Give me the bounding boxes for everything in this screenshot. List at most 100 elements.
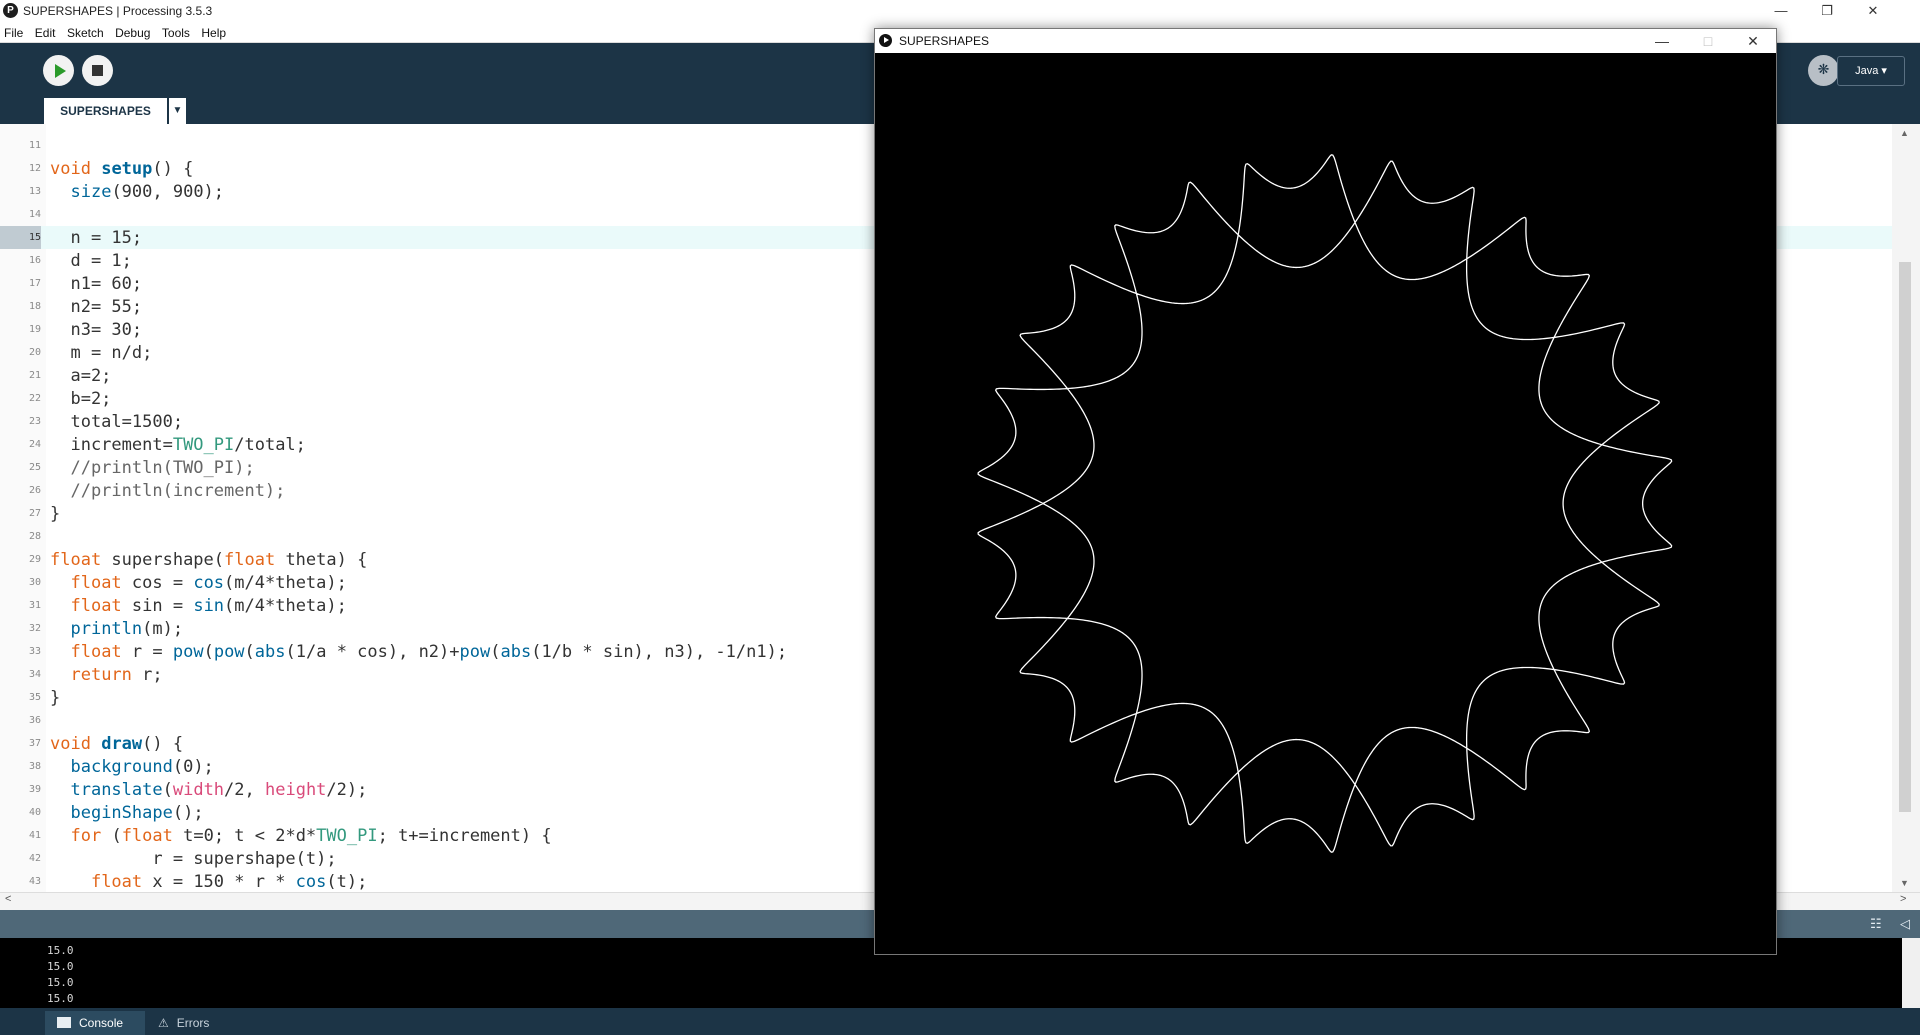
scroll-right-icon[interactable]: > <box>1900 893 1906 905</box>
line-number: 38 <box>28 761 41 772</box>
line-number: 26 <box>28 485 41 496</box>
tab-errors[interactable]: ⚠ Errors <box>146 1011 232 1035</box>
restore-icon[interactable]: ❐ <box>1804 0 1850 22</box>
tab-errors-label: Errors <box>176 1016 210 1030</box>
code-text: float r = pow(pow(abs(1/a * cos), n2)+po… <box>70 642 788 662</box>
title-bar: P SUPERSHAPES | Processing 3.5.3 — ❐ ✕ <box>0 0 1920 22</box>
code-text: increment=TWO_PI/total; <box>50 435 306 455</box>
sketch-canvas <box>875 53 1776 954</box>
menu-sketch[interactable]: Sketch <box>63 22 107 40</box>
scroll-up-icon[interactable]: ▲ <box>1900 128 1909 138</box>
line-number: 24 <box>28 439 41 450</box>
line-number: 23 <box>28 416 41 427</box>
menu-debug[interactable]: Debug <box>111 22 153 40</box>
menu-help[interactable]: Help <box>197 22 229 40</box>
copy-console-icon[interactable]: ☷ <box>1870 916 1882 932</box>
warning-icon: ⚠ <box>158 1016 169 1030</box>
line-number: 31 <box>28 600 41 611</box>
line-number: 29 <box>28 554 41 565</box>
collapse-console-icon[interactable]: ◁ <box>1900 916 1910 932</box>
code-text: b=2; <box>50 389 112 409</box>
line-number: 43 <box>28 876 41 887</box>
line-number: 21 <box>28 370 41 381</box>
line-number: 25 <box>28 462 41 473</box>
code-text: } <box>50 504 61 524</box>
processing-logo-icon: P <box>3 3 18 18</box>
line-number: 19 <box>28 324 41 335</box>
code-text: background(0); <box>70 757 214 777</box>
code-text: for (float t=0; t < 2*d*TWO_PI; t+=incre… <box>70 826 552 846</box>
code-text: void setup() { <box>50 159 194 179</box>
scrollbar-thumb[interactable] <box>1899 262 1911 812</box>
debugger-button[interactable]: ❋ <box>1808 55 1839 86</box>
sketch-title-bar[interactable]: SUPERSHAPES — □ ✕ <box>875 29 1776 53</box>
tab-console[interactable]: Console <box>45 1011 145 1035</box>
line-number: 32 <box>28 623 41 634</box>
debugger-icon: ❋ <box>1817 61 1830 77</box>
line-number: 36 <box>28 715 41 726</box>
line-number: 16 <box>28 255 41 266</box>
sketch-close-icon[interactable]: ✕ <box>1730 29 1776 53</box>
tab-label: SUPERSHAPES <box>60 104 151 118</box>
line-number: 27 <box>28 508 41 519</box>
code-text: beginShape(); <box>70 803 204 823</box>
line-number: 30 <box>28 577 41 588</box>
code-text: n = 15; <box>50 228 143 248</box>
code-text: n1= 60; <box>50 274 143 294</box>
code-text: float supershape(float theta) { <box>50 550 368 570</box>
code-text: return r; <box>70 665 163 685</box>
line-number: 41 <box>28 830 41 841</box>
line-number: 18 <box>28 301 41 312</box>
menu-edit[interactable]: Edit <box>31 22 59 40</box>
window-title: SUPERSHAPES | Processing 3.5.3 <box>23 4 213 18</box>
code-text: d = 1; <box>50 251 132 271</box>
line-number: 14 <box>28 209 41 220</box>
mode-select[interactable]: Java ▾ <box>1837 56 1905 86</box>
console-line: 15.0 <box>47 976 74 989</box>
line-number: 35 <box>28 692 41 703</box>
menu-file[interactable]: File <box>0 22 26 40</box>
code-text: n2= 55; <box>50 297 143 317</box>
console-line: 15.0 <box>47 960 74 973</box>
editor-vertical-scrollbar[interactable]: ▲ ▼ <box>1892 124 1920 892</box>
stop-button[interactable] <box>82 55 113 86</box>
code-text: println(m); <box>70 619 184 639</box>
line-number: 42 <box>28 853 41 864</box>
code-text: n3= 30; <box>50 320 143 340</box>
line-number: 33 <box>28 646 41 657</box>
sketch-window[interactable]: SUPERSHAPES — □ ✕ <box>874 28 1777 955</box>
sketch-title: SUPERSHAPES <box>899 34 990 48</box>
minimize-icon[interactable]: — <box>1758 0 1804 22</box>
sketch-minimize-icon[interactable]: — <box>1639 29 1685 53</box>
code-comment: //println(increment); <box>50 481 286 501</box>
line-number: 13 <box>28 186 41 197</box>
code-text: float cos = cos(m/4*theta); <box>70 573 347 593</box>
line-number: 17 <box>28 278 41 289</box>
run-button[interactable] <box>43 55 74 86</box>
tab-console-label: Console <box>79 1016 124 1030</box>
line-number: 12 <box>28 163 41 174</box>
code-text: void draw() { <box>50 734 184 754</box>
code-text: float sin = sin(m/4*theta); <box>70 596 347 616</box>
code-text: a=2; <box>50 366 112 386</box>
code-text: m = n/d; <box>50 343 153 363</box>
scroll-left-icon[interactable]: < <box>5 893 11 905</box>
menu-tools[interactable]: Tools <box>158 22 193 40</box>
line-number: 22 <box>28 393 41 404</box>
tab-menu-arrow-icon[interactable]: ▼ <box>169 98 186 124</box>
line-number: 11 <box>28 140 41 151</box>
code-text: size(900, 900); <box>70 182 225 202</box>
tab-supershapes[interactable]: SUPERSHAPES <box>44 98 167 124</box>
console-icon <box>57 1017 71 1028</box>
code-text: float x = 150 * r * cos(t); <box>90 872 368 892</box>
line-number: 20 <box>28 347 41 358</box>
line-number: 40 <box>28 807 41 818</box>
code-text: r = supershape(t); <box>50 849 337 869</box>
close-icon[interactable]: ✕ <box>1850 0 1896 22</box>
code-text: } <box>50 688 61 708</box>
console-scrollbar[interactable] <box>1902 938 1920 1008</box>
console-line: 15.0 <box>47 944 74 957</box>
line-number: 34 <box>28 669 41 680</box>
sketch-maximize-icon[interactable]: □ <box>1685 29 1731 53</box>
scroll-down-icon[interactable]: ▼ <box>1900 878 1909 888</box>
